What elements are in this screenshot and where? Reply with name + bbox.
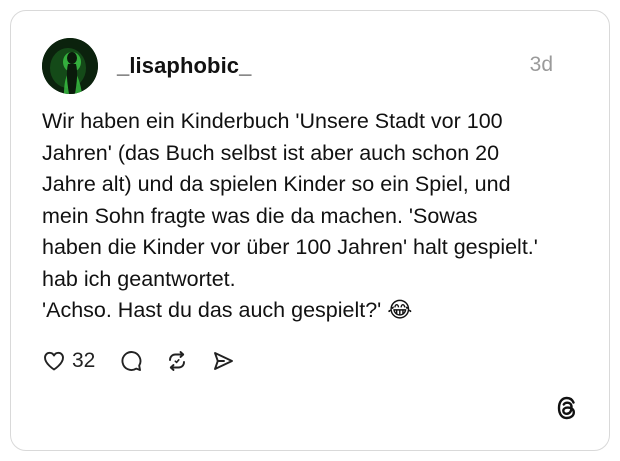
send-icon <box>214 352 234 370</box>
post-body-text: Wir haben ein Kinderbuch 'Unsere Stadt v… <box>42 106 582 327</box>
post-timestamp[interactable]: 3d <box>530 53 553 77</box>
like-button[interactable]: 32 <box>42 349 95 373</box>
threads-logo-icon[interactable] <box>552 393 582 423</box>
comment-button[interactable] <box>119 349 143 373</box>
avatar-silhouette-icon <box>42 38 98 94</box>
post-text-line: Wir haben ein Kinderbuch 'Unsere Stadt v… <box>42 109 503 133</box>
like-count: 32 <box>72 349 96 372</box>
post-author-username[interactable]: _lisaphobic_ <box>117 53 251 79</box>
post-text-line: mein Sohn fragte was die da machen. 'Sow… <box>42 203 478 228</box>
heart-icon <box>44 351 64 371</box>
post-action-bar: 32 <box>42 346 235 376</box>
user-avatar[interactable] <box>42 38 98 94</box>
share-button[interactable] <box>211 349 235 373</box>
threads-logo-glyph <box>557 396 575 420</box>
post-text-line: haben die Kinder vor über 100 Jahren' ha… <box>42 235 538 259</box>
post-text-line: hab ich geantwortet. <box>42 266 236 291</box>
repost-icon <box>169 351 186 371</box>
comment-bubble-icon <box>121 351 142 371</box>
post-text-line: Jahre alt) und da spielen Kinder so ein … <box>42 172 511 196</box>
post-text-line: Jahren' (das Buch selbst ist aber auch s… <box>42 140 500 165</box>
repost-button[interactable] <box>165 349 189 373</box>
post-text-line: 'Achso. Hast du das auch gespielt?' 😂 <box>42 298 413 322</box>
post-card: _lisaphobic_ 3d Wir haben ein Kinderbuch… <box>10 10 610 451</box>
